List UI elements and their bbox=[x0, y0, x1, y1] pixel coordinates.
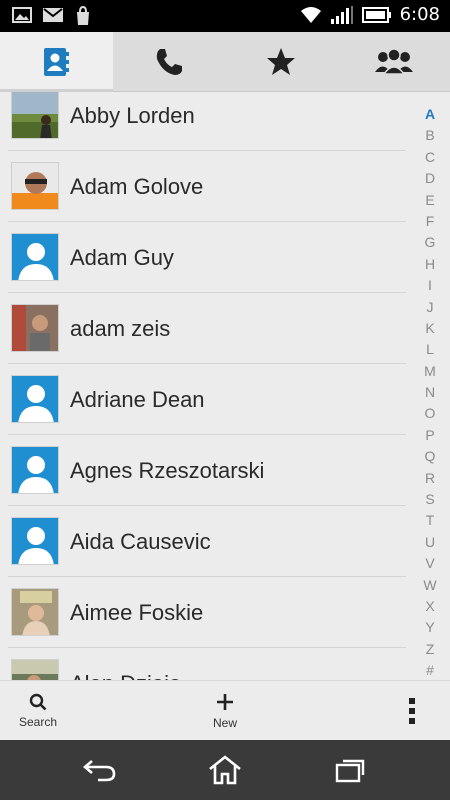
contact-name: Abby Lorden bbox=[70, 103, 195, 128]
search-button[interactable]: Search bbox=[14, 681, 62, 741]
index-letter[interactable]: B bbox=[418, 125, 442, 146]
wifi-icon bbox=[300, 6, 321, 23]
back-button[interactable] bbox=[80, 752, 120, 788]
index-letter[interactable]: Z bbox=[418, 639, 442, 660]
new-contact-button[interactable]: New bbox=[201, 681, 249, 741]
index-letter[interactable]: D bbox=[418, 168, 442, 189]
index-letter[interactable]: K bbox=[418, 318, 442, 339]
new-label: New bbox=[212, 716, 237, 730]
recent-apps-icon bbox=[335, 759, 365, 783]
index-letter[interactable]: A bbox=[418, 104, 442, 125]
index-letter[interactable]: M bbox=[418, 361, 442, 382]
back-icon bbox=[83, 760, 116, 782]
contact-name: Adriane Dean bbox=[70, 387, 205, 412]
index-letter[interactable]: U bbox=[418, 532, 442, 553]
tab-phone[interactable] bbox=[113, 32, 226, 91]
search-icon bbox=[29, 693, 47, 711]
phone-icon bbox=[156, 48, 182, 75]
index-letter[interactable]: H bbox=[418, 254, 442, 275]
default-avatar bbox=[11, 375, 59, 423]
tab-bar bbox=[0, 32, 450, 92]
index-letter[interactable]: R bbox=[418, 468, 442, 489]
contact-row[interactable]: adam zeis bbox=[0, 293, 410, 364]
overflow-menu-button[interactable] bbox=[398, 681, 426, 741]
clock: 6:08 bbox=[399, 4, 440, 25]
index-letter[interactable]: Q bbox=[418, 446, 442, 467]
battery-icon bbox=[361, 6, 391, 23]
contact-row[interactable]: Abby Lorden bbox=[0, 92, 410, 151]
store-icon bbox=[77, 6, 89, 25]
contact-list[interactable]: Abby Lorden Adam Golove Adam Guy adam ze… bbox=[0, 92, 410, 680]
signal-icon bbox=[330, 5, 353, 24]
index-letter[interactable]: V bbox=[418, 553, 442, 574]
groups-icon bbox=[374, 47, 413, 75]
contact-row[interactable]: Adriane Dean bbox=[0, 364, 410, 435]
index-letter[interactable]: G bbox=[418, 232, 442, 253]
index-letter[interactable]: O bbox=[418, 403, 442, 424]
contact-photo bbox=[11, 304, 59, 352]
index-letter[interactable]: C bbox=[418, 147, 442, 168]
tab-groups[interactable] bbox=[338, 32, 450, 91]
search-label: Search bbox=[18, 715, 58, 729]
index-letter[interactable]: I bbox=[418, 275, 442, 296]
contact-name: Agnes Rzeszotarski bbox=[70, 458, 265, 483]
contact-name: Aida Causevic bbox=[70, 529, 211, 554]
index-letter[interactable]: Y bbox=[418, 617, 442, 638]
contact-name: Alan Dziaia bbox=[70, 648, 181, 680]
contact-name: Adam Guy bbox=[70, 245, 174, 270]
default-avatar bbox=[11, 517, 59, 565]
tab-contacts[interactable] bbox=[0, 32, 113, 92]
index-letter[interactable]: J bbox=[418, 297, 442, 318]
alphabet-index[interactable]: A B C D E F G H I J K L M N O P Q R S T … bbox=[418, 104, 442, 682]
home-icon bbox=[209, 755, 241, 785]
contact-photo bbox=[11, 92, 59, 139]
home-button[interactable] bbox=[205, 752, 245, 788]
index-letter[interactable]: X bbox=[418, 596, 442, 617]
more-vert-icon bbox=[409, 698, 415, 724]
contacts-book-icon bbox=[44, 47, 70, 76]
contact-row[interactable]: Agnes Rzeszotarski bbox=[0, 435, 410, 506]
index-letter[interactable]: T bbox=[418, 510, 442, 531]
tab-favorites[interactable] bbox=[225, 32, 338, 91]
action-bar: Search New bbox=[0, 680, 450, 740]
notification-icons bbox=[12, 6, 92, 26]
gmail-icon bbox=[43, 8, 63, 22]
contact-row[interactable]: Adam Guy bbox=[0, 222, 410, 293]
contact-row[interactable]: Aida Causevic bbox=[0, 506, 410, 577]
contact-name: Adam Golove bbox=[70, 174, 204, 199]
default-avatar bbox=[11, 446, 59, 494]
star-icon bbox=[267, 47, 296, 75]
index-letter[interactable]: P bbox=[418, 425, 442, 446]
index-letter[interactable]: L bbox=[418, 339, 442, 360]
plus-icon bbox=[217, 694, 233, 710]
default-avatar bbox=[11, 233, 59, 281]
index-letter[interactable]: # bbox=[418, 660, 442, 681]
index-letter[interactable]: N bbox=[418, 382, 442, 403]
index-letter[interactable]: E bbox=[418, 190, 442, 211]
contact-name: adam zeis bbox=[70, 316, 171, 341]
status-bar: 6:08 bbox=[0, 0, 450, 32]
recents-button[interactable] bbox=[330, 752, 370, 788]
contact-photo bbox=[11, 162, 59, 210]
gallery-icon bbox=[12, 7, 32, 23]
index-letter[interactable]: W bbox=[418, 575, 442, 596]
contact-name: Aimee Foskie bbox=[70, 600, 204, 625]
contact-row[interactable]: Alan Dziaia bbox=[0, 648, 410, 680]
index-letter[interactable]: S bbox=[418, 489, 442, 510]
contact-row[interactable]: Adam Golove bbox=[0, 151, 410, 222]
contact-photo bbox=[11, 588, 59, 636]
contact-photo bbox=[11, 659, 59, 680]
index-letter[interactable]: F bbox=[418, 211, 442, 232]
navigation-bar bbox=[0, 740, 450, 800]
system-icons: 6:08 bbox=[300, 4, 440, 25]
contact-row[interactable]: Aimee Foskie bbox=[0, 577, 410, 648]
